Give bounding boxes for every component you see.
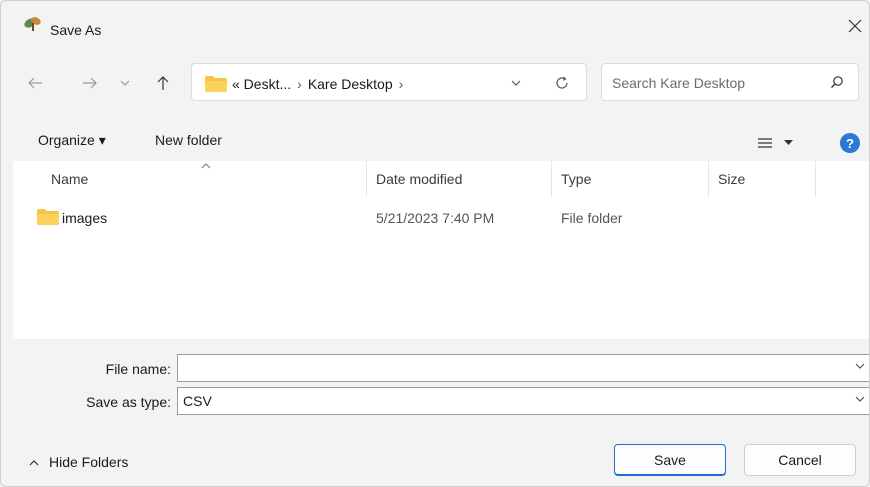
breadcrumb-separator[interactable]: › (297, 76, 302, 92)
folder-icon (37, 209, 59, 225)
save-as-type-value: CSV (183, 393, 212, 409)
title-bar: Save As (1, 1, 869, 47)
chevron-down-icon (511, 80, 521, 86)
search-box[interactable] (601, 63, 859, 101)
caret-down-icon (784, 140, 793, 145)
view-options-button[interactable] (758, 133, 806, 153)
save-as-type-label: Save as type: (86, 394, 171, 410)
chevron-up-icon (29, 459, 39, 465)
column-header-size[interactable]: Size (708, 161, 814, 197)
list-view-icon (758, 138, 772, 148)
up-button[interactable] (151, 69, 175, 97)
breadcrumb-item-kare-desktop[interactable]: Kare Desktop (308, 76, 393, 92)
save-button[interactable]: Save (614, 444, 726, 476)
file-name: images (62, 210, 108, 226)
breadcrumb-separator[interactable]: › (399, 76, 404, 92)
help-icon: ? (846, 135, 854, 151)
file-date-modified: 5/21/2023 7:40 PM (376, 210, 495, 226)
file-name-input[interactable] (182, 359, 832, 377)
address-bar[interactable]: « Deskt... › Kare Desktop › (191, 63, 587, 101)
arrow-right-icon (83, 77, 97, 89)
column-header-name[interactable]: Name (41, 161, 361, 197)
file-name-label: File name: (105, 361, 171, 377)
cancel-button[interactable]: Cancel (744, 444, 856, 476)
search-icon (831, 76, 843, 88)
chevron-down-icon[interactable] (855, 395, 865, 403)
column-header-date-modified[interactable]: Date modified (366, 161, 550, 197)
breadcrumb-item-desktop[interactable]: « Deskt... (232, 76, 291, 92)
new-folder-button[interactable]: New folder (155, 132, 222, 148)
arrow-left-icon (28, 77, 42, 89)
breadcrumb: « Deskt... › Kare Desktop › (232, 76, 409, 92)
column-header-type[interactable]: Type (551, 161, 707, 197)
hide-folders-button[interactable]: Hide Folders (29, 454, 128, 470)
save-as-dialog: Save As « Deskt... › Kare Desktop › Sear… (0, 0, 870, 487)
chevron-down-icon (120, 80, 130, 86)
file-row[interactable]: images 5/21/2023 7:40 PM File folder (13, 203, 869, 233)
folder-icon (205, 76, 227, 92)
search-input[interactable] (612, 73, 812, 93)
column-divider[interactable] (815, 161, 816, 197)
recent-locations-button[interactable] (113, 69, 137, 97)
help-button[interactable]: ? (840, 133, 860, 153)
back-button[interactable] (23, 69, 47, 97)
organize-menu-button[interactable]: Organize ▾ (38, 132, 106, 149)
refresh-icon (556, 76, 568, 89)
hide-folders-label: Hide Folders (49, 454, 129, 470)
app-icon (24, 17, 41, 31)
refresh-button[interactable] (550, 74, 574, 92)
close-icon (848, 19, 862, 33)
chevron-down-icon[interactable] (855, 362, 865, 370)
file-type: File folder (561, 210, 623, 226)
close-button[interactable] (839, 11, 869, 41)
file-list[interactable]: Name Date modified Type Size images 5/21… (13, 161, 869, 339)
save-as-type-select[interactable]: CSV (177, 387, 869, 415)
forward-button[interactable] (78, 69, 102, 97)
address-dropdown-button[interactable] (504, 74, 528, 92)
arrow-up-icon (157, 76, 169, 90)
window-title: Save As (50, 22, 102, 38)
file-name-combobox[interactable] (177, 354, 869, 382)
